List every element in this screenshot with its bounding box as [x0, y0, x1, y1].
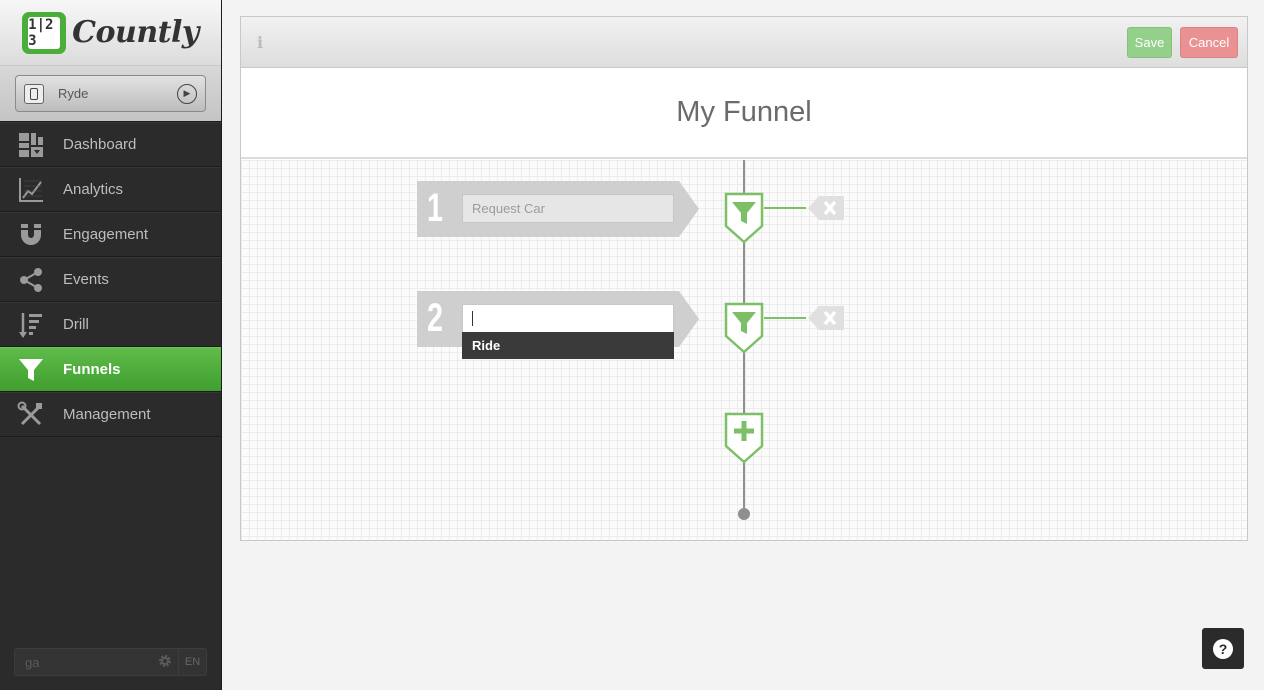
sidebar-item-analytics[interactable]: Analytics	[0, 167, 221, 212]
step-event-input[interactable]: Request Car	[462, 194, 674, 223]
sidebar-item-management[interactable]: Management	[0, 392, 221, 437]
question-icon: ?	[1213, 638, 1233, 659]
info-icon[interactable]: i	[257, 33, 263, 52]
delete-step-button[interactable]	[807, 195, 845, 221]
app-selector-area: Ryde ▶	[0, 66, 221, 122]
sidebar-item-dashboard[interactable]: Dashboard	[0, 122, 221, 167]
sidebar-item-label: Management	[63, 406, 151, 423]
sidebar-item-label: Engagement	[63, 226, 149, 243]
sidebar-search-input[interactable]: ga	[14, 648, 179, 676]
sidebar-item-label: Events	[63, 271, 109, 288]
cancel-button[interactable]: Cancel	[1180, 26, 1238, 58]
sidebar-item-label: Drill	[63, 316, 89, 333]
share-nodes-icon	[17, 266, 45, 294]
step-event-input[interactable]	[462, 304, 674, 333]
logo-text: Countly	[72, 15, 199, 50]
sidebar-item-funnels[interactable]: Funnels	[0, 347, 221, 392]
sidebar: 1|2 3 Countly Ryde ▶ Dashboard Analytics…	[0, 0, 222, 690]
sidebar-item-label: Analytics	[63, 181, 124, 198]
logo[interactable]: 1|2 3 Countly	[0, 0, 221, 66]
analytics-chart-icon	[17, 176, 45, 204]
search-value: ga	[25, 654, 40, 670]
sidebar-item-label: Dashboard	[63, 136, 137, 153]
mobile-app-icon	[24, 83, 44, 104]
sort-bars-icon	[17, 311, 45, 339]
sidebar-menu: Dashboard Analytics Engagement Events Dr…	[0, 122, 221, 437]
selected-app-name: Ryde	[58, 86, 89, 101]
countly-logo-icon: 1|2 3	[22, 11, 67, 54]
magnet-icon	[17, 221, 45, 249]
step-number: 1	[427, 186, 444, 230]
funnel-title-area: My Funnel	[241, 68, 1247, 159]
logo-glyphs: 1|2 3	[28, 16, 61, 49]
sidebar-item-engagement[interactable]: Engagement	[0, 212, 221, 257]
wrench-screwdriver-icon	[17, 401, 45, 429]
step-number: 2	[427, 296, 444, 340]
funnel-icon	[724, 302, 764, 354]
funnel-icon	[17, 356, 45, 384]
plus-icon	[724, 412, 764, 464]
sidebar-item-label: Funnels	[63, 361, 121, 378]
funnel-end-point	[738, 508, 750, 520]
help-button[interactable]: ?	[1202, 628, 1244, 669]
sidebar-footer: ga EN	[14, 648, 207, 676]
funnel-icon	[724, 192, 764, 244]
delete-step-button[interactable]	[807, 305, 845, 331]
save-button[interactable]: Save	[1127, 26, 1172, 58]
autocomplete-suggestion[interactable]: Ride	[462, 332, 674, 359]
sidebar-item-drill[interactable]: Drill	[0, 302, 221, 347]
add-step-button[interactable]	[724, 412, 764, 464]
gear-icon[interactable]	[158, 654, 172, 671]
panel-toolbar: i Save Cancel	[241, 17, 1247, 68]
dashboard-icon	[17, 131, 45, 159]
text-caret	[472, 311, 473, 326]
funnel-title[interactable]: My Funnel	[676, 96, 811, 129]
language-selector[interactable]: EN	[179, 648, 207, 676]
step-connector-line	[764, 207, 806, 209]
play-icon[interactable]: ▶	[177, 83, 197, 104]
funnel-editor-panel: i Save Cancel My Funnel 1 Request Car 2 …	[240, 16, 1248, 541]
app-selector[interactable]: Ryde ▶	[15, 75, 206, 112]
funnel-canvas: 1 Request Car 2 Ride	[241, 160, 1247, 540]
step-connector-line	[764, 317, 806, 319]
sidebar-item-events[interactable]: Events	[0, 257, 221, 302]
